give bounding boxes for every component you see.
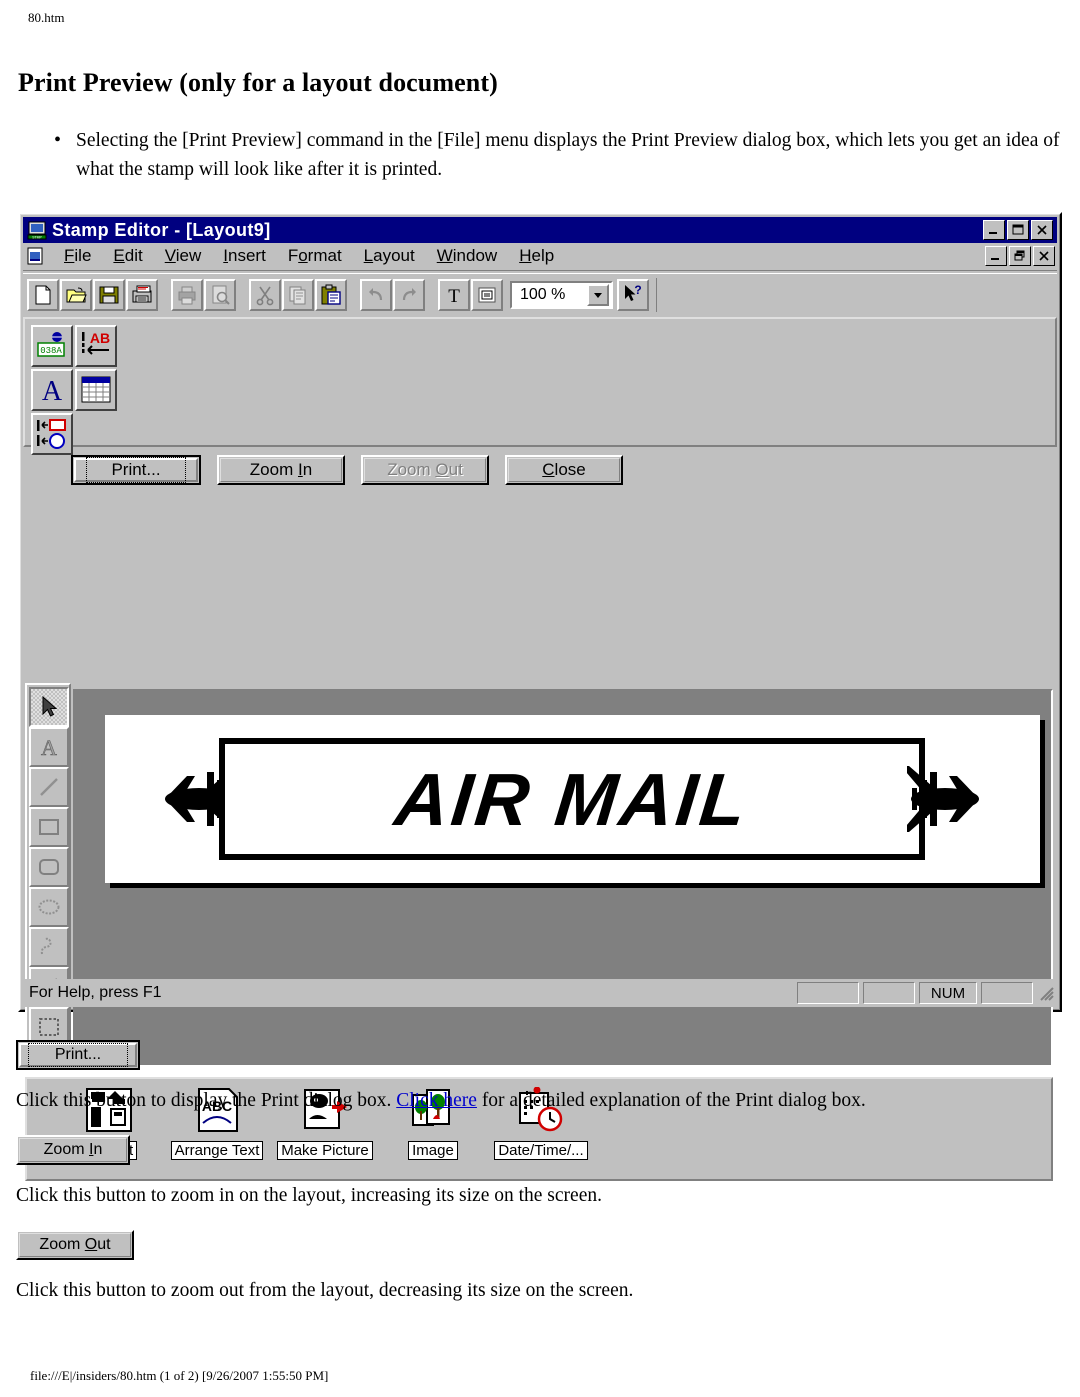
page-title: Print Preview (only for a layout documen… bbox=[18, 68, 498, 97]
font-A-icon[interactable]: A bbox=[31, 369, 73, 411]
svg-text:STMP: STMP bbox=[32, 236, 42, 240]
print-button-label: Print... bbox=[86, 457, 186, 483]
explain-zoom-in-text: Click this button to zoom in on the layo… bbox=[16, 1185, 602, 1206]
status-panel-1 bbox=[797, 982, 859, 1004]
print-label-icon[interactable] bbox=[126, 279, 158, 311]
zoom-level-value: 100 % bbox=[520, 286, 566, 303]
new-document-icon[interactable] bbox=[27, 279, 59, 311]
intro-bullet-list: • Selecting the [Print Preview] command … bbox=[50, 126, 1060, 184]
mdi-restore-button[interactable] bbox=[1009, 246, 1031, 266]
svg-text:T: T bbox=[448, 286, 460, 306]
svg-text:A: A bbox=[42, 376, 63, 407]
menu-item-view[interactable]: View bbox=[154, 245, 213, 267]
copy-icon[interactable] bbox=[282, 279, 314, 311]
print-icon[interactable] bbox=[171, 279, 203, 311]
svg-text:A: A bbox=[41, 735, 57, 760]
status-bar: For Help, press F1 NUM bbox=[23, 979, 1057, 1007]
app-icon: STMP bbox=[27, 220, 47, 240]
mdi-close-button[interactable] bbox=[1033, 246, 1055, 266]
zoom-out-button: Zoom Out bbox=[361, 455, 489, 485]
page-root: 80.htm Print Preview (only for a layout … bbox=[0, 0, 1080, 1397]
status-panel-num: NUM bbox=[919, 982, 977, 1004]
stamp-text: AIR MAIL bbox=[391, 757, 753, 841]
status-panel-4 bbox=[981, 982, 1033, 1004]
rounded-rectangle-tool[interactable] bbox=[29, 847, 69, 887]
print-preview-icon[interactable] bbox=[204, 279, 236, 311]
status-text: For Help, press F1 bbox=[29, 984, 162, 1001]
explain-zoom-in-button[interactable]: Zoom In bbox=[16, 1135, 130, 1165]
stamp-editor-window: STMP Stamp Editor - [Layout9] File Edit … bbox=[18, 212, 1062, 1181]
zoom-in-button[interactable]: Zoom In bbox=[217, 455, 345, 485]
svg-text:038A: 038A bbox=[40, 346, 62, 356]
bullet-marker: • bbox=[54, 129, 62, 151]
chevron-down-icon[interactable] bbox=[587, 284, 609, 306]
explain-print-text-after: for a detailed explanation of the Print … bbox=[476, 1090, 866, 1111]
barcode-icon[interactable]: 038A bbox=[31, 325, 73, 367]
rectangle-tool[interactable] bbox=[29, 807, 69, 847]
svg-text:?: ? bbox=[634, 284, 641, 297]
menu-separator bbox=[23, 270, 1057, 274]
menu-bar: File Edit View Insert Format Layout Wind… bbox=[23, 243, 1057, 269]
main-toolbar: T 100 % ? bbox=[23, 275, 1057, 315]
menu-item-window[interactable]: Window bbox=[426, 245, 508, 267]
intro-bullet-text: Selecting the [Print Preview] command in… bbox=[76, 130, 1060, 180]
frame-tool-icon[interactable] bbox=[471, 279, 503, 311]
explain-print-button[interactable]: Print... bbox=[16, 1040, 140, 1070]
preview-page-sheet: AIR MAIL bbox=[105, 715, 1040, 883]
print-preview-canvas[interactable]: AIR MAIL bbox=[73, 689, 1053, 1067]
undo-icon[interactable] bbox=[360, 279, 392, 311]
text-tool-icon[interactable]: T bbox=[438, 279, 470, 311]
redo-icon[interactable] bbox=[393, 279, 425, 311]
object-toolbar: 038A AB A bbox=[23, 317, 1057, 455]
explain-print-text: Click this button to display the Print d… bbox=[16, 1087, 1056, 1115]
stamp-border-frame: AIR MAIL bbox=[219, 738, 925, 860]
window-control-buttons bbox=[983, 220, 1055, 240]
zoom-level-combobox[interactable]: 100 % bbox=[510, 281, 613, 309]
status-panel-2 bbox=[863, 982, 915, 1004]
explain-print-label: Print... bbox=[27, 1043, 129, 1067]
freehand-tool[interactable] bbox=[29, 927, 69, 967]
select-arrow-tool[interactable] bbox=[29, 687, 69, 727]
window-title: Stamp Editor - [Layout9] bbox=[52, 219, 271, 240]
close-window-button[interactable] bbox=[1031, 220, 1053, 240]
menu-item-format[interactable]: Format bbox=[277, 245, 353, 267]
ab-text-direction-icon[interactable]: AB bbox=[75, 325, 117, 367]
align-objects-icon[interactable] bbox=[31, 413, 73, 455]
menu-item-layout[interactable]: Layout bbox=[353, 245, 426, 267]
print-button[interactable]: Print... bbox=[71, 455, 201, 485]
print-preview-command-bar: Print... Zoom In Zoom Out Close bbox=[23, 449, 1057, 491]
cut-scissors-icon[interactable] bbox=[249, 279, 281, 311]
menu-item-file[interactable]: File bbox=[53, 245, 102, 267]
document-icon[interactable] bbox=[25, 246, 45, 266]
mdi-control-buttons bbox=[985, 246, 1057, 266]
table-icon[interactable] bbox=[75, 369, 117, 411]
save-disk-icon[interactable] bbox=[93, 279, 125, 311]
maximize-button[interactable] bbox=[1007, 220, 1029, 240]
menu-item-help[interactable]: Help bbox=[508, 245, 565, 267]
airplane-right-icon bbox=[907, 766, 979, 832]
document-filename: 80.htm bbox=[28, 10, 65, 25]
print-dialog-link[interactable]: Click here bbox=[396, 1090, 477, 1111]
svg-text:AB: AB bbox=[90, 330, 110, 346]
explain-zoom-out-text: Click this button to zoom out from the l… bbox=[16, 1280, 634, 1301]
resize-grip-icon[interactable] bbox=[1037, 984, 1055, 1002]
window-titlebar[interactable]: STMP Stamp Editor - [Layout9] bbox=[23, 217, 1057, 243]
menu-item-insert[interactable]: Insert bbox=[212, 245, 277, 267]
explain-zoom-out-button[interactable]: Zoom Out bbox=[16, 1230, 134, 1260]
text-tool[interactable]: A bbox=[29, 727, 69, 767]
menu-item-edit[interactable]: Edit bbox=[102, 245, 153, 267]
help-pointer-icon[interactable]: ? bbox=[617, 279, 649, 311]
page-footer: file:///E|/insiders/80.htm (1 of 2) [9/2… bbox=[30, 1368, 329, 1383]
paste-icon[interactable] bbox=[315, 279, 347, 311]
open-folder-icon[interactable] bbox=[60, 279, 92, 311]
toolbar-empty-area bbox=[656, 278, 1057, 312]
line-tool[interactable] bbox=[29, 767, 69, 807]
stamp-artwork: AIR MAIL bbox=[157, 738, 987, 860]
preview-close-button[interactable]: Close bbox=[505, 455, 623, 485]
explanation-section: Print... Click this button to display th… bbox=[16, 1040, 1056, 1325]
explain-print-text-before: Click this button to display the Print d… bbox=[16, 1090, 397, 1111]
ellipse-tool[interactable] bbox=[29, 887, 69, 927]
minimize-button[interactable] bbox=[983, 220, 1005, 240]
mdi-minimize-button[interactable] bbox=[985, 246, 1007, 266]
